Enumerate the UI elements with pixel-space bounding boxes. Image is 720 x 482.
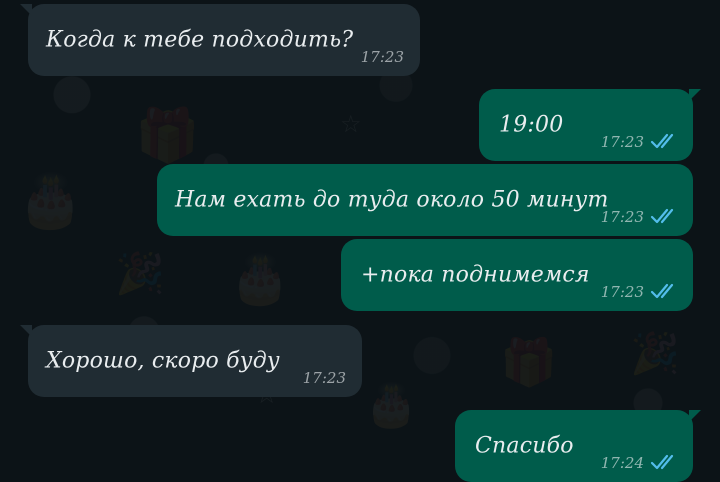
- read-double-check-icon: [650, 133, 674, 149]
- message-text: Спасибо: [475, 433, 574, 459]
- message-meta: 17:23: [361, 50, 404, 65]
- read-double-check-icon: [650, 454, 674, 470]
- message-time: 17:23: [360, 48, 404, 66]
- message-meta: 17:23: [601, 132, 679, 150]
- message-meta: 17:23: [601, 207, 679, 225]
- message-time: 17:23: [600, 283, 644, 301]
- message-time: 17:23: [302, 369, 346, 387]
- message-text: Хорошо, скоро буду: [46, 348, 280, 374]
- message-text: +пока поднимемся: [361, 262, 590, 288]
- message-meta: 17:24: [601, 453, 679, 471]
- message-time: 17:23: [600, 133, 644, 151]
- message-time: 17:23: [600, 208, 644, 226]
- message-meta: 17:23: [601, 282, 679, 300]
- message-bubble-outgoing[interactable]: Нам ехать до туда около 50 минут 17:23: [157, 164, 693, 236]
- message-bubble-outgoing[interactable]: +пока поднимемся 17:23: [341, 239, 693, 311]
- message-bubble-incoming[interactable]: Когда к тебе подходить? 17:23: [20, 4, 420, 76]
- read-double-check-icon: [650, 208, 674, 224]
- message-time: 17:24: [600, 454, 644, 472]
- message-meta: 17:23: [303, 371, 346, 386]
- read-double-check-icon: [650, 283, 674, 299]
- message-bubble-outgoing[interactable]: 19:00 17:23: [479, 89, 701, 161]
- message-text: Когда к тебе подходить?: [46, 27, 354, 53]
- message-text: Нам ехать до туда около 50 минут: [175, 187, 609, 213]
- message-bubble-incoming[interactable]: Хорошо, скоро буду 17:23: [20, 325, 362, 397]
- message-bubble-outgoing[interactable]: Спасибо 17:24: [455, 410, 701, 482]
- message-text: 19:00: [499, 112, 564, 138]
